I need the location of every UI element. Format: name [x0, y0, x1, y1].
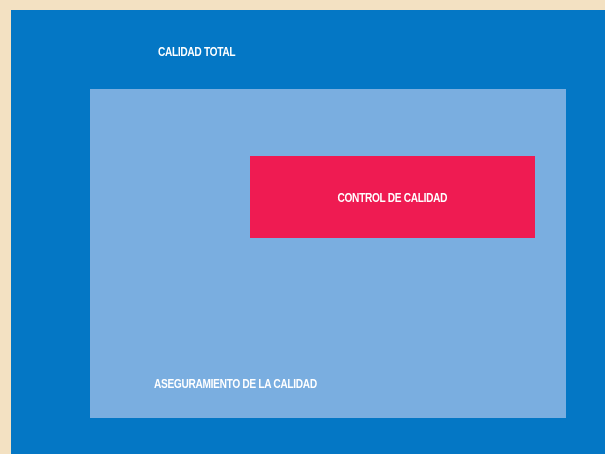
aseguramiento-label: ASEGURAMIENTO DE LA CALIDAD [154, 376, 317, 391]
control-de-calidad-label: CONTROL DE CALIDAD [337, 189, 448, 205]
calidad-total-label: CALIDAD TOTAL [158, 44, 236, 59]
aseguramiento-box [90, 89, 566, 418]
control-de-calidad-box: CONTROL DE CALIDAD [250, 156, 535, 238]
